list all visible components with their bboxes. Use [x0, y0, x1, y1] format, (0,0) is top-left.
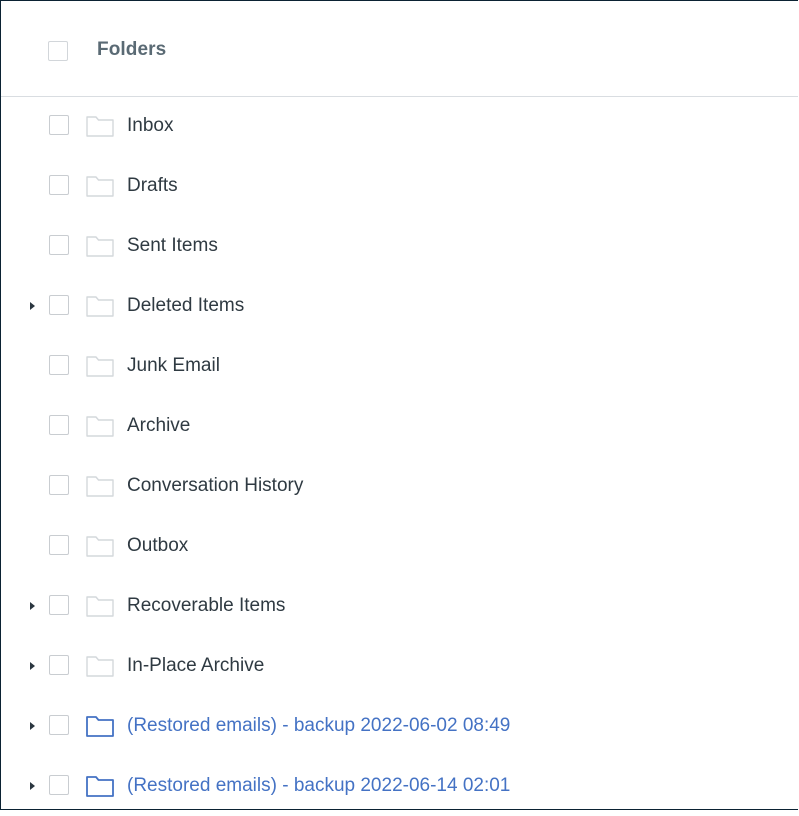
folder-row[interactable]: (Restored emails) - backup 2022-06-02 08… — [1, 696, 798, 756]
folder-row[interactable]: Recoverable Items — [1, 576, 798, 636]
folder-label: Archive — [127, 415, 191, 436]
folder-label: Junk Email — [127, 355, 220, 376]
folder-checkbox[interactable] — [49, 175, 69, 195]
folder-icon — [86, 176, 114, 197]
expand-caret-icon[interactable] — [25, 596, 39, 616]
folder-icon — [86, 116, 114, 137]
folder-checkbox[interactable] — [49, 655, 69, 675]
folder-icon — [86, 416, 114, 437]
folder-checkbox[interactable] — [49, 355, 69, 375]
folder-checkbox[interactable] — [49, 715, 69, 735]
folder-checkbox[interactable] — [49, 235, 69, 255]
expand-caret-icon[interactable] — [25, 656, 39, 676]
folders-header: Folders — [1, 1, 798, 97]
folders-title: Folders — [97, 39, 167, 60]
folder-checkbox[interactable] — [49, 415, 69, 435]
folder-label: Inbox — [127, 115, 174, 136]
expand-caret-icon[interactable] — [25, 776, 39, 796]
folder-checkbox[interactable] — [49, 295, 69, 315]
folder-label: Conversation History — [127, 475, 304, 496]
folder-icon — [86, 776, 114, 797]
folder-row[interactable]: Sent Items — [1, 216, 798, 276]
folder-row[interactable]: Archive — [1, 396, 798, 456]
folder-row[interactable]: In-Place Archive — [1, 636, 798, 696]
folder-tree-panel: Folders Inbox Drafts Sent Items Deleted Ite… — [0, 0, 798, 810]
folder-row[interactable]: (Restored emails) - backup 2022-06-14 02… — [1, 756, 798, 816]
folder-icon — [86, 476, 114, 497]
folder-icon — [86, 716, 114, 737]
expand-caret-icon[interactable] — [25, 716, 39, 736]
folder-row[interactable]: Deleted Items — [1, 276, 798, 336]
folder-label: Sent Items — [127, 235, 218, 256]
select-all-checkbox[interactable] — [48, 41, 68, 61]
folder-icon — [86, 296, 114, 317]
folder-label: Outbox — [127, 535, 189, 556]
folder-icon — [86, 656, 114, 677]
folder-label: In-Place Archive — [127, 655, 265, 676]
expand-caret-icon[interactable] — [25, 296, 39, 316]
folder-checkbox[interactable] — [49, 475, 69, 495]
folder-row[interactable]: Outbox — [1, 516, 798, 576]
folder-icon — [86, 536, 114, 557]
folder-icon — [86, 596, 114, 617]
folder-row[interactable]: Drafts — [1, 156, 798, 216]
folder-label: Deleted Items — [127, 295, 245, 316]
folder-label: (Restored emails) - backup 2022-06-14 02… — [127, 775, 511, 796]
folder-row[interactable]: Conversation History — [1, 456, 798, 516]
folder-label: Recoverable Items — [127, 595, 286, 616]
folder-label: Drafts — [127, 175, 178, 196]
folder-checkbox[interactable] — [49, 775, 69, 795]
folder-label: (Restored emails) - backup 2022-06-02 08… — [127, 715, 511, 736]
folder-checkbox[interactable] — [49, 595, 69, 615]
folder-checkbox[interactable] — [49, 115, 69, 135]
folder-icon — [86, 356, 114, 377]
folder-row[interactable]: Junk Email — [1, 336, 798, 396]
folder-row[interactable]: Inbox — [1, 96, 798, 156]
folder-icon — [86, 236, 114, 257]
folder-checkbox[interactable] — [49, 535, 69, 555]
